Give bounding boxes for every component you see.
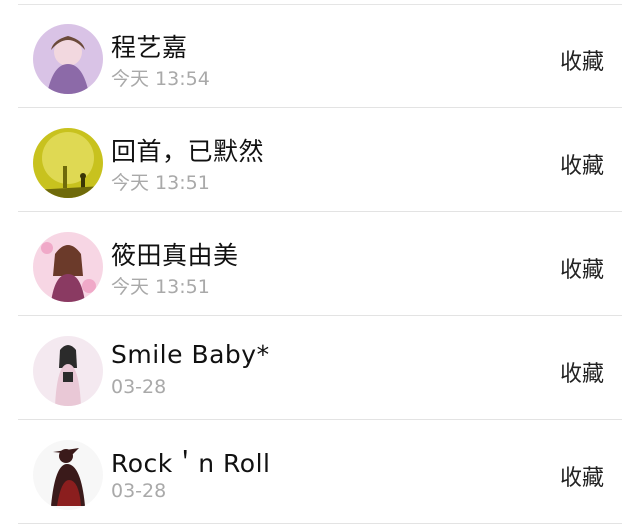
item-time: 03-28 xyxy=(111,376,167,398)
list-item[interactable]: Rock＇n Roll 03-28 收藏 xyxy=(0,420,640,524)
avatar[interactable] xyxy=(33,128,103,198)
item-name: 回首，已默然 xyxy=(111,137,265,166)
list-item[interactable]: 回首，已默然 今天 13:51 收藏 xyxy=(0,108,640,212)
item-name: 筱田真由美 xyxy=(111,241,239,270)
favorite-button[interactable]: 收藏 xyxy=(560,460,604,492)
favorite-button[interactable]: 收藏 xyxy=(560,252,604,284)
avatar-image-icon xyxy=(33,128,103,198)
divider xyxy=(18,523,622,524)
list-item[interactable]: 筱田真由美 今天 13:51 收藏 xyxy=(0,212,640,316)
favorite-button[interactable]: 收藏 xyxy=(560,148,604,180)
item-time: 今天 13:51 xyxy=(111,276,210,298)
item-name: Smile Baby* xyxy=(111,340,270,369)
item-time: 03-28 xyxy=(111,480,167,502)
avatar-image-icon xyxy=(33,232,103,302)
item-time: 今天 13:51 xyxy=(111,172,210,194)
avatar-image-icon xyxy=(33,24,103,94)
item-name: 程艺嘉 xyxy=(111,33,188,62)
avatar[interactable] xyxy=(33,232,103,302)
favorite-button[interactable]: 收藏 xyxy=(560,44,604,76)
avatar-image-icon xyxy=(33,440,103,510)
item-name: Rock＇n Roll xyxy=(111,449,271,478)
item-time: 今天 13:54 xyxy=(111,68,210,90)
avatar[interactable] xyxy=(33,24,103,94)
list-item[interactable]: 程艺嘉 今天 13:54 收藏 xyxy=(0,4,640,108)
favorite-button[interactable]: 收藏 xyxy=(560,356,604,388)
avatar-image-icon xyxy=(33,336,103,406)
list-item[interactable]: Smile Baby* 03-28 收藏 xyxy=(0,316,640,420)
avatar[interactable] xyxy=(33,336,103,406)
avatar[interactable] xyxy=(33,440,103,510)
